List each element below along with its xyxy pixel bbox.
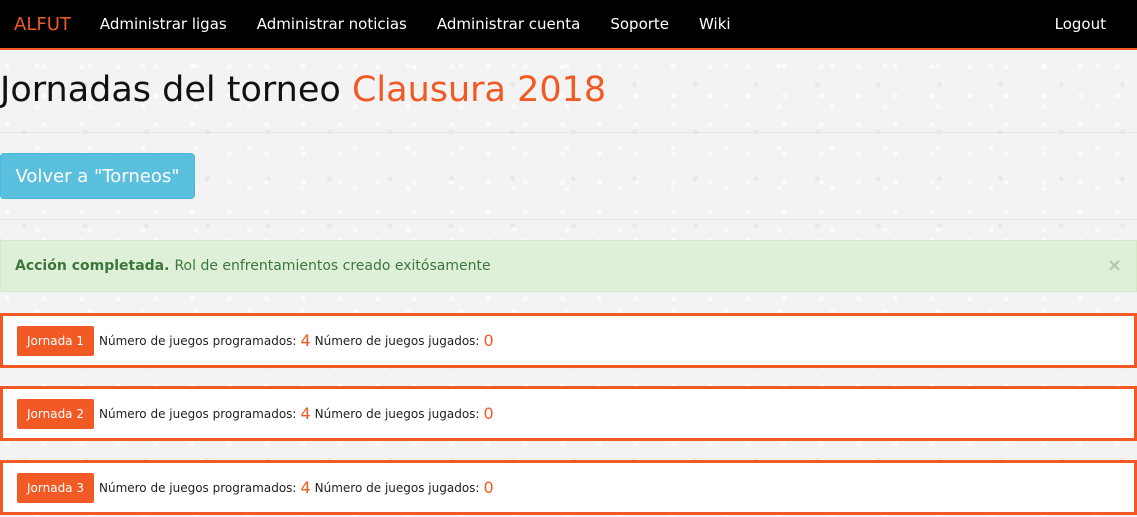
programados-label: Número de juegos programados: [98, 480, 297, 495]
success-alert: Acción completada. Rol de enfrentamiento… [0, 240, 1137, 292]
nav-item-soporte[interactable]: Soporte [595, 15, 684, 33]
page-title-tournament: Clausura 2018 [351, 70, 607, 110]
brand-logo[interactable]: ALFUT [14, 14, 71, 35]
jornada-row-2: Jornada 2 Número de juegos programados: … [0, 386, 1137, 441]
divider [0, 132, 1137, 133]
jugados-count: 0 [483, 478, 494, 497]
jugados-label: Número de juegos jugados: [314, 333, 480, 348]
nav-item-administrar-cuenta[interactable]: Administrar cuenta [422, 15, 596, 33]
jornada-1-button[interactable]: Jornada 1 [17, 325, 94, 356]
jugados-count: 0 [483, 404, 494, 423]
jugados-count: 0 [483, 331, 494, 350]
close-icon[interactable]: × [1107, 255, 1122, 276]
nav-item-administrar-ligas[interactable]: Administrar ligas [85, 15, 242, 33]
jornada-3-button[interactable]: Jornada 3 [17, 472, 94, 503]
jornada-2-button[interactable]: Jornada 2 [17, 398, 94, 429]
page-title-prefix: Jornadas del torneo [0, 70, 341, 110]
programados-count: 4 [300, 331, 311, 350]
programados-label: Número de juegos programados: [98, 333, 297, 348]
top-navbar: ALFUT Administrar ligas Administrar noti… [0, 0, 1137, 50]
nav-item-administrar-noticias[interactable]: Administrar noticias [242, 15, 422, 33]
back-to-torneos-button[interactable]: Volver a "Torneos" [0, 153, 195, 199]
jornada-row-1: Jornada 1 Número de juegos programados: … [0, 313, 1137, 368]
page-title: Jornadas del torneo Clausura 2018 [0, 70, 606, 110]
jugados-label: Número de juegos jugados: [314, 480, 480, 495]
jornada-row-3: Jornada 3 Número de juegos programados: … [0, 460, 1137, 515]
programados-count: 4 [300, 404, 311, 423]
alert-title: Acción completada. [15, 258, 170, 274]
alert-message: Rol de enfrentamientos creado exitósamen… [174, 258, 491, 274]
nav-item-wiki[interactable]: Wiki [684, 15, 746, 33]
jugados-label: Número de juegos jugados: [314, 406, 480, 421]
programados-label: Número de juegos programados: [98, 406, 297, 421]
programados-count: 4 [300, 478, 311, 497]
divider [0, 219, 1137, 220]
logout-link[interactable]: Logout [1055, 15, 1106, 33]
